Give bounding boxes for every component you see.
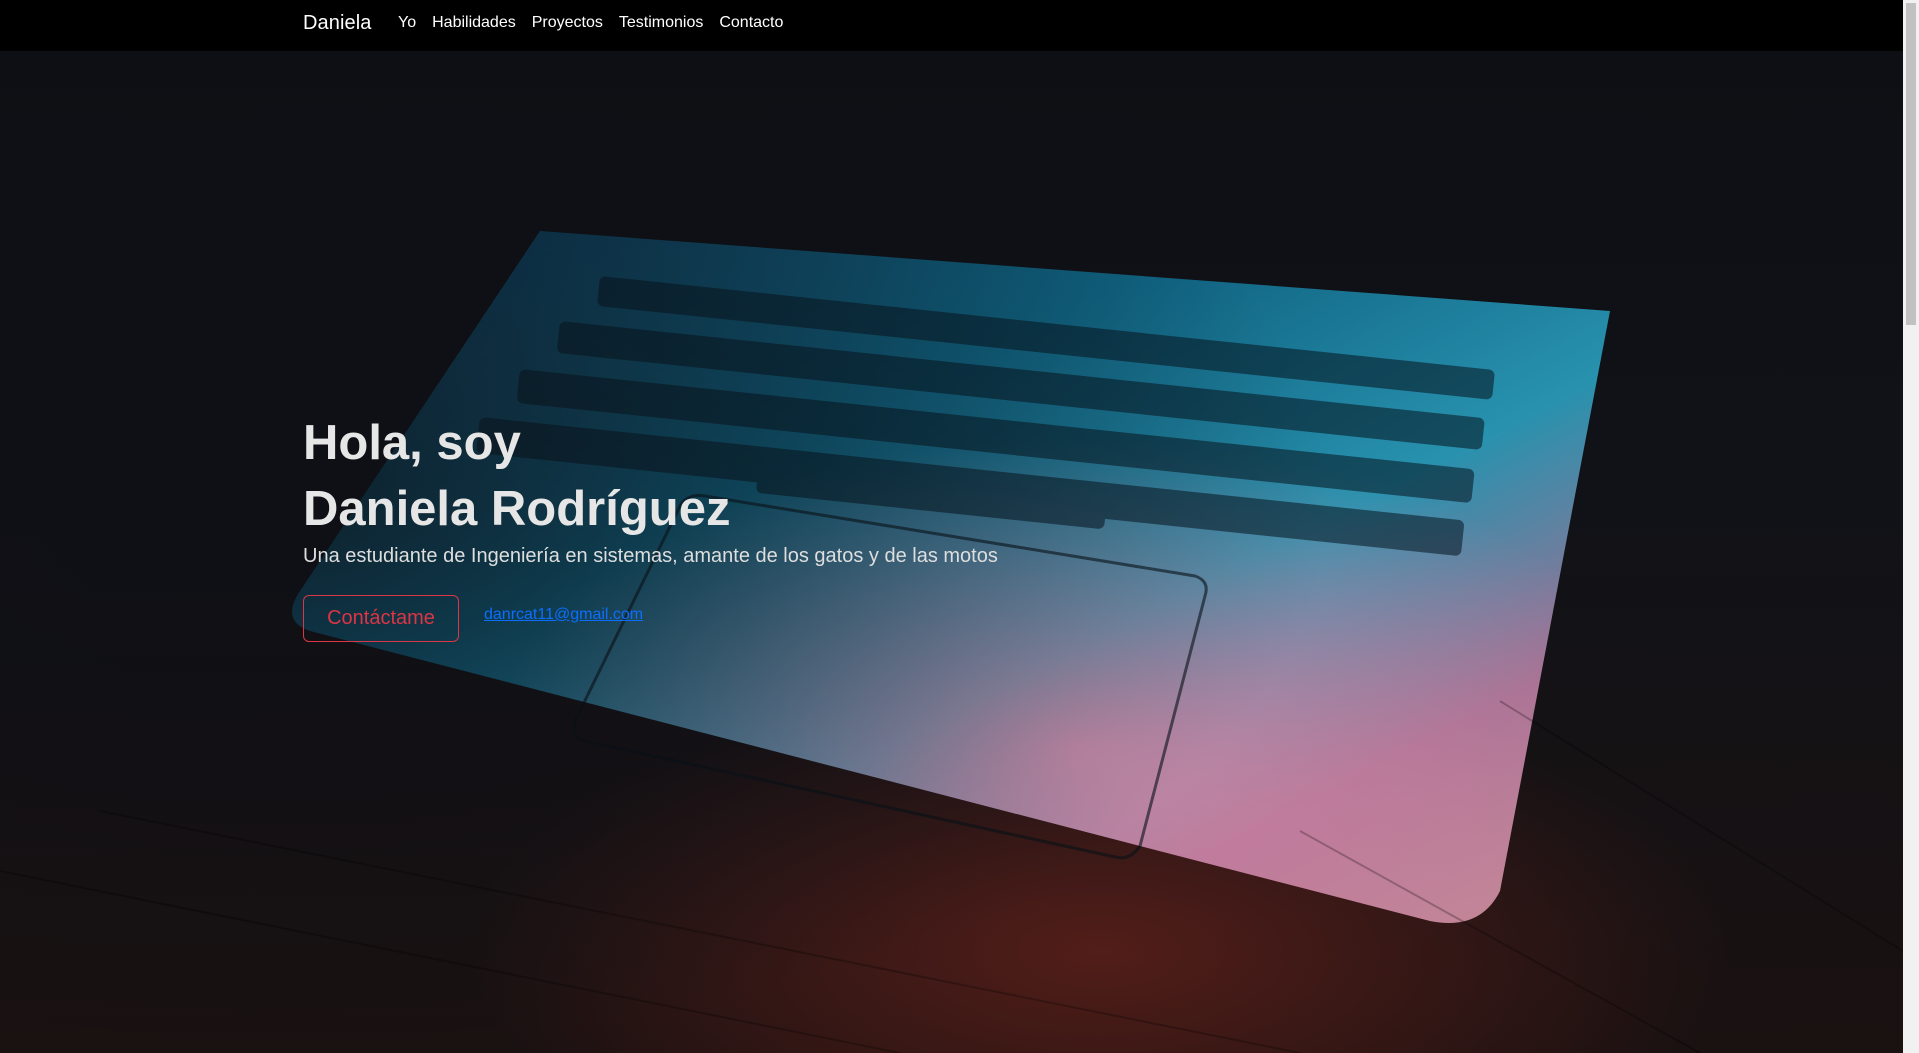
scrollbar-thumb[interactable]	[1906, 3, 1916, 325]
nav-links: Yo Habilidades Proyectos Testimonios Con…	[390, 14, 791, 32]
nav-item-contacto: Contacto	[711, 14, 791, 32]
hero-subtitle: Una estudiante de Ingeniería en sistemas…	[303, 545, 998, 567]
nav-link-proyectos[interactable]: Proyectos	[524, 14, 611, 32]
navbar-brand[interactable]: Daniela	[303, 12, 372, 35]
contact-button[interactable]: Contáctame	[303, 595, 459, 642]
nav-item-yo: Yo	[390, 14, 424, 32]
hero-title-name: Daniela Rodríguez	[303, 482, 731, 536]
nav-link-yo[interactable]: Yo	[390, 14, 424, 32]
nav-item-testimonios: Testimonios	[611, 14, 711, 32]
nav-link-habilidades[interactable]: Habilidades	[424, 14, 524, 32]
nav-link-contacto[interactable]: Contacto	[711, 14, 791, 32]
page: Daniela Yo Habilidades Proyectos Testimo…	[0, 0, 1919, 1053]
nav-item-proyectos: Proyectos	[524, 14, 611, 32]
hero-title: Hola, soy Daniela Rodríguez	[303, 410, 730, 542]
vertical-scrollbar[interactable]	[1903, 0, 1919, 1053]
hero-section: Hola, soy Daniela Rodríguez Una estudian…	[0, 51, 1903, 1053]
email-link[interactable]: danrcat11@gmail.com	[484, 606, 643, 624]
navbar: Daniela Yo Habilidades Proyectos Testimo…	[0, 0, 1903, 51]
nav-item-habilidades: Habilidades	[424, 14, 524, 32]
nav-link-testimonios[interactable]: Testimonios	[611, 14, 711, 32]
hero-title-line1: Hola, soy	[303, 416, 521, 470]
